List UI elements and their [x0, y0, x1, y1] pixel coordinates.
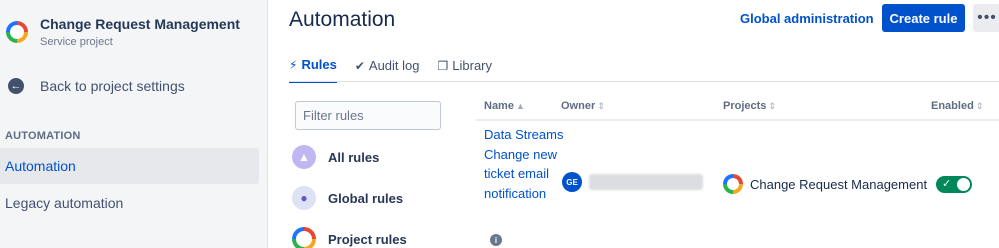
globe-icon: ●	[292, 186, 316, 210]
sidebar-item-legacy-automation[interactable]: Legacy automation	[0, 185, 259, 221]
column-header-owner[interactable]: Owner ⇕	[561, 100, 605, 112]
section-label-automation: AUTOMATION	[5, 130, 81, 142]
tab-library[interactable]: ❐ Library	[438, 57, 493, 83]
project-header[interactable]: Change Request Management Service projec…	[6, 16, 240, 48]
table-header-divider	[476, 119, 999, 121]
info-icon[interactable]: i	[490, 234, 502, 246]
category-project-rules[interactable]: Project rules	[292, 227, 407, 248]
global-administration-link[interactable]: Global administration	[740, 11, 874, 26]
tab-rules[interactable]: ⚡︎ Rules	[289, 57, 337, 83]
check-circle-icon: ✔	[354, 58, 365, 73]
all-rules-icon: ▲	[292, 145, 316, 169]
sidebar-item-label: Legacy automation	[5, 195, 124, 211]
avatar: GE	[562, 172, 582, 192]
project-type: Service project	[40, 36, 113, 48]
column-header-name[interactable]: Name ▲	[484, 100, 525, 112]
column-label: Projects	[723, 100, 767, 112]
project-name: Change Request Management	[750, 176, 928, 192]
category-label: All rules	[328, 149, 380, 165]
tab-label: Rules	[301, 57, 337, 72]
category-all-rules[interactable]: ▲ All rules	[292, 145, 379, 169]
sort-asc-icon: ▲	[515, 101, 525, 111]
sidebar-item-label: Automation	[5, 158, 76, 174]
enabled-toggle[interactable]: ✓	[936, 176, 972, 193]
owner-name-redacted	[589, 174, 703, 190]
rule-name-link[interactable]: Data Streams Change new ticket email not…	[484, 125, 564, 203]
lightning-icon: ⚡︎	[289, 57, 298, 72]
sort-icon: ⇕	[768, 101, 776, 111]
tab-label: Library	[452, 58, 493, 73]
copy-icon: ❐	[437, 58, 449, 73]
project-avatar-icon	[6, 21, 28, 43]
category-global-rules[interactable]: ● Global rules	[292, 186, 403, 210]
more-actions-button[interactable]: •••	[973, 4, 999, 32]
project-name: Change Request Management	[40, 16, 240, 32]
project-cell: Change Request Management	[723, 174, 927, 194]
category-label: Global rules	[328, 190, 404, 206]
create-rule-button[interactable]: Create rule	[882, 4, 965, 32]
check-icon: ✓	[942, 178, 952, 190]
back-to-project-settings-link[interactable]: ← Back to project settings	[8, 78, 185, 94]
page-title: Automation	[289, 8, 396, 31]
sort-icon: ⇕	[597, 101, 605, 111]
column-header-projects[interactable]: Projects ⇕	[723, 100, 776, 112]
column-label: Name	[484, 100, 514, 112]
category-label: Project rules	[328, 231, 407, 247]
tab-bar: ⚡︎ Rules ✔ Audit log ❐ Library	[289, 57, 510, 83]
sidebar: Change Request Management Service projec…	[0, 0, 268, 248]
tab-divider	[289, 81, 999, 82]
sidebar-item-automation[interactable]: Automation	[0, 148, 259, 184]
sort-icon: ⇕	[975, 101, 984, 111]
toggle-knob	[957, 178, 970, 191]
tab-audit-log[interactable]: ✔ Audit log	[355, 57, 420, 83]
project-avatar-icon	[723, 174, 743, 194]
project-icon	[292, 227, 316, 248]
column-label: Enabled	[931, 100, 974, 112]
column-label: Owner	[561, 100, 596, 112]
filter-rules-input[interactable]	[295, 101, 441, 130]
column-header-enabled[interactable]: Enabled ⇕	[931, 100, 983, 112]
arrow-left-icon: ←	[8, 78, 24, 94]
tab-label: Audit log	[368, 58, 420, 73]
back-label: Back to project settings	[40, 78, 185, 94]
